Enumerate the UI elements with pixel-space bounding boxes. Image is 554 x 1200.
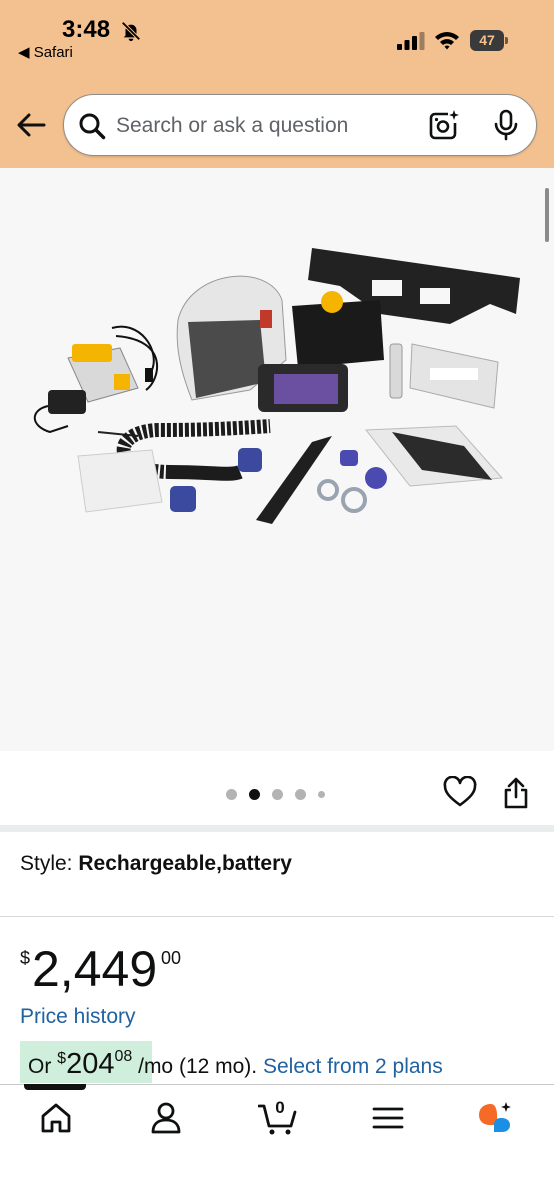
monthly-whole: 204 — [66, 1048, 115, 1080]
gallery-scrollbar — [545, 188, 549, 242]
search-input[interactable] — [116, 107, 416, 145]
monthly-payment: Or $20408 /mo (12 mo). Select from 2 pla… — [28, 1048, 443, 1081]
gallery-dot-5[interactable] — [318, 791, 325, 798]
monthly-prefix: Or — [28, 1055, 52, 1078]
style-selection[interactable]: Style: Rechargeable,battery — [20, 852, 292, 876]
gallery-dot-1[interactable] — [226, 789, 237, 800]
search-bar[interactable] — [63, 94, 537, 156]
search-icon — [79, 113, 106, 140]
signal-icon — [397, 32, 425, 50]
gallery-dot-2-active[interactable] — [249, 789, 260, 800]
back-arrow-icon[interactable] — [16, 112, 46, 138]
active-tab-indicator — [24, 1084, 86, 1090]
microphone-icon[interactable] — [492, 109, 520, 141]
gallery-dot-4[interactable] — [295, 789, 306, 800]
status-time: 3:48 — [62, 16, 111, 43]
wifi-icon — [435, 32, 459, 50]
rufus-assistant-icon[interactable] — [477, 1100, 513, 1136]
battery-charger-illustration — [33, 325, 158, 437]
breathing-tube-illustration — [77, 419, 271, 513]
bell-slash-icon — [121, 21, 141, 42]
battery-level: 47 — [479, 32, 495, 48]
flow-indicator-and-cover-illustration — [389, 343, 499, 409]
select-plans-link[interactable]: Select from 2 plans — [263, 1055, 443, 1078]
section-divider — [0, 825, 554, 832]
monthly-currency-symbol: $ — [57, 1050, 67, 1067]
home-icon[interactable] — [38, 1100, 74, 1136]
camera-lens-icon[interactable] — [428, 109, 460, 141]
product-image[interactable] — [20, 240, 540, 540]
style-value: Rechargeable,battery — [78, 852, 292, 875]
style-label: Style: — [20, 852, 73, 875]
price-whole: 2,449 — [32, 941, 158, 997]
share-icon[interactable] — [502, 776, 530, 810]
monthly-suffix: /mo (12 mo). — [138, 1055, 258, 1078]
account-icon[interactable] — [148, 1100, 184, 1136]
accessories-illustration — [256, 425, 504, 524]
status-bar: 3:48 ◀ Safari 47 — [0, 0, 554, 70]
monthly-fraction: 08 — [114, 1048, 133, 1065]
heart-icon[interactable] — [443, 776, 477, 808]
gallery-dot-3[interactable] — [272, 789, 283, 800]
cart-count: 0 — [275, 1098, 285, 1117]
battery-icon: 47 — [470, 30, 508, 51]
section-divider-thin — [0, 916, 554, 917]
price-currency-symbol: $ — [20, 948, 31, 968]
menu-icon[interactable] — [370, 1100, 406, 1136]
price-fraction: 00 — [161, 948, 182, 968]
price-history-link[interactable]: Price history — [20, 1005, 136, 1029]
back-to-safari-link[interactable]: ◀ Safari — [18, 43, 73, 61]
